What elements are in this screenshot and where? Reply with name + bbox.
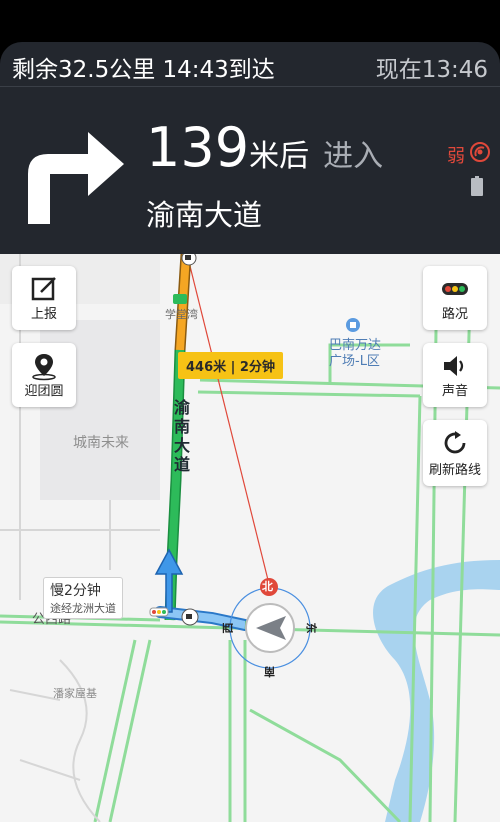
location-pin-icon bbox=[32, 354, 56, 381]
map-turn-arrow-icon bbox=[154, 548, 184, 613]
place-label: 潘家屋基 bbox=[53, 687, 97, 700]
camera-icon bbox=[181, 254, 197, 266]
navigation-app: 剩余32.5公里 14:43到达 现在13:46 139米后进入 渝南大道 弱 bbox=[0, 0, 500, 822]
alternate-route-tip[interactable]: 慢2分钟 途经龙洲大道 bbox=[43, 577, 123, 619]
turn-distance: 139米后 进入 bbox=[146, 116, 383, 179]
alternate-route-via: 途经龙洲大道 bbox=[50, 602, 116, 615]
status-bar bbox=[0, 0, 500, 42]
map-canvas bbox=[0, 254, 500, 822]
place-label: 学堂湾 bbox=[165, 308, 198, 321]
turn-action: 进入 bbox=[323, 139, 384, 174]
speaker-icon bbox=[444, 356, 464, 376]
refresh-icon bbox=[444, 431, 466, 454]
turn-right-arrow-icon bbox=[28, 132, 124, 224]
traffic-light-icon bbox=[442, 283, 468, 295]
signal-weak-icon bbox=[470, 142, 490, 162]
team-button[interactable]: 迎团圆 bbox=[12, 343, 76, 407]
remaining-summary: 剩余32.5公里 14:43到达 bbox=[12, 57, 275, 83]
river bbox=[373, 560, 500, 822]
place-label: 城南未来 bbox=[73, 435, 129, 451]
compass-south: 南 bbox=[264, 665, 275, 678]
place-label: 广场-L区 bbox=[329, 354, 380, 369]
panel-divider bbox=[0, 86, 500, 87]
compass-north: 北 bbox=[262, 580, 273, 593]
refresh-route-button[interactable]: 刷新路线 bbox=[423, 420, 487, 486]
camera-icon bbox=[181, 608, 199, 626]
edit-icon bbox=[31, 277, 56, 301]
distance-value: 139 bbox=[146, 116, 250, 179]
traffic-button[interactable]: 路况 bbox=[423, 266, 487, 330]
traffic-label: 路况 bbox=[441, 307, 468, 322]
alternate-route-delay: 慢2分钟 bbox=[50, 583, 101, 599]
sound-button[interactable]: 声音 bbox=[423, 343, 487, 407]
signal-strength-label: 弱 bbox=[447, 146, 465, 167]
report-label: 上报 bbox=[30, 307, 57, 322]
guidance-panel: 剩余32.5公里 14:43到达 现在13:46 139米后 进入 渝南大道 弱 bbox=[0, 42, 500, 254]
road-label-vertical: 渝南大道 bbox=[174, 398, 191, 474]
compass-west: 西 bbox=[221, 622, 235, 634]
mall-poi-icon bbox=[346, 318, 360, 332]
battery-icon bbox=[471, 176, 483, 196]
segment-eta-tip: 446米 | 2分钟 bbox=[178, 352, 283, 379]
sound-label: 声音 bbox=[441, 384, 468, 399]
map-view[interactable]: 北 东 南 西 446米 | 2分钟 渝南大道 城南未来 学堂湾 巴南万达 广场… bbox=[0, 254, 500, 822]
poi-icon bbox=[173, 294, 187, 304]
next-road-name: 渝南大道 bbox=[146, 198, 263, 232]
refresh-route-label: 刷新路线 bbox=[428, 463, 481, 478]
current-time: 现在13:46 bbox=[375, 57, 488, 83]
team-label: 迎团圆 bbox=[24, 384, 64, 399]
compass-east: 东 bbox=[304, 622, 318, 634]
report-button[interactable]: 上报 bbox=[12, 266, 76, 330]
distance-unit: 米后 bbox=[249, 139, 310, 174]
traffic-light-marker-icon bbox=[149, 607, 169, 617]
